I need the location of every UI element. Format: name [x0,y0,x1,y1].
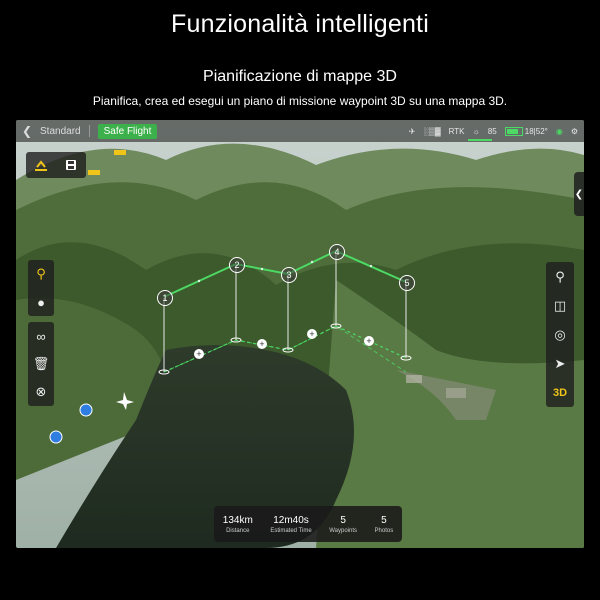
stat-photos: 5 Photos [375,515,394,534]
waypoint-5[interactable]: 5 [399,275,415,291]
stat-label: Photos [374,527,394,534]
right-toolbar: ⚲ ◫ ◎ ➤ 3D [546,262,574,407]
link-waypoints-button[interactable]: ∞ [28,322,54,350]
route-mode-button[interactable] [26,152,56,178]
waypoint-5-label: 5 [404,278,410,288]
battery-indicator: 18|52° [504,126,548,136]
battery-text: 18|52° [524,126,548,136]
route-icon [35,160,47,171]
stat-label: Waypoints [329,527,357,534]
headline: Funzionalità intelligenti [171,10,429,38]
top-status-bar: ❮ Standard Safe Flight ✈ ░▒▓ RTK ☼ 85 18… [16,120,584,142]
waypoint-pin-icon: ⚲ [36,266,46,281]
waypoint-3[interactable]: 3 [281,267,297,283]
link-icon: ∞ [36,328,46,344]
settings-icon[interactable]: ⚙ [571,127,578,136]
left-tool-group-1: ⚲ ● [28,260,54,316]
signal-level-bar [468,139,492,141]
waypoint-4-label: 4 [334,247,340,257]
battery-icon [504,126,523,136]
mission-stats-panel: 134km Distance 12m40s Estimated Time 5 W… [214,506,402,542]
waypoint-1[interactable]: 1 [157,290,173,306]
svg-text:+: + [196,349,201,359]
stat-waypoints: 5 Waypoints [329,515,357,534]
close-circle-icon: ⊗ [35,384,47,399]
svg-text:+: + [309,329,314,339]
divider [88,125,90,137]
signal-icon: ░▒▓ [423,126,441,136]
stat-value: 12m40s [273,514,309,526]
stat-estimated-time: 12m40s Estimated Time [270,515,311,534]
delete-button[interactable]: 🗑 [28,350,54,378]
navigation-arrow-icon: ➤ [554,355,566,371]
stat-value: 5 [340,514,346,526]
satellite-icon: ☼ [472,126,480,136]
app-screen: + + + + 1 2 3 4 5 ❮ Standard Safe Flight… [16,120,584,548]
top-left-toolbar [26,152,86,178]
chevron-left-icon: ❮ [574,188,584,200]
location-pin-icon: ● [37,294,45,310]
status-icons: ✈ ░▒▓ RTK ☼ 85 18|52° ◉ ⚙ [409,120,578,142]
view-3d-toggle[interactable]: 3D [546,378,574,407]
save-button[interactable] [56,152,86,178]
back-icon[interactable]: ❮ [16,124,38,138]
svg-text:+: + [259,339,264,349]
waypoint-4[interactable]: 4 [329,244,345,260]
stat-distance: 134km Distance [223,515,253,534]
satellite-count: 85 [487,126,497,136]
drone-status-icon: ✈ [408,126,416,136]
clear-button[interactable]: ⊗ [28,378,54,406]
waypoint-3-label: 3 [286,270,292,280]
svg-text:+: + [366,336,371,346]
trash-icon: 🗑 [32,356,50,371]
locate-button[interactable]: ◎ [546,320,574,349]
safe-flight-badge[interactable]: Safe Flight [97,123,158,139]
waypoint-2-label: 2 [234,260,240,270]
search-icon: ⚲ [555,268,565,284]
layers-icon: ◫ [553,297,567,313]
map-3d-view[interactable]: + + + + [16,120,584,548]
save-icon [66,160,76,170]
stat-value: 134km [222,514,253,526]
collapse-panel-tab[interactable]: ❮ [574,172,584,216]
left-toolbar: ⚲ ● ∞ 🗑 ⊗ [28,260,54,412]
stat-label: Distance [226,527,250,534]
waypoint-2[interactable]: 2 [229,257,245,273]
flight-mode[interactable]: Standard [40,126,81,137]
navigate-button[interactable]: ➤ [546,349,574,378]
rtk-label: RTK [448,126,465,136]
stat-value: 5 [381,514,387,526]
waypoint-1-label: 1 [162,293,168,303]
layers-button[interactable]: ◫ [546,291,574,320]
left-tool-group-2: ∞ 🗑 ⊗ [28,322,54,406]
add-waypoint-button[interactable]: ⚲ [28,260,54,288]
poi-button[interactable]: ● [28,288,54,316]
search-button[interactable]: ⚲ [546,262,574,291]
target-icon: ◎ [554,326,566,342]
subheadline: Pianificazione di mappe 3D [203,68,397,85]
camera-icon[interactable]: ◉ [556,127,563,136]
stat-label: Estimated Time [270,527,312,534]
description: Pianifica, crea ed esegui un piano di mi… [92,94,508,108]
